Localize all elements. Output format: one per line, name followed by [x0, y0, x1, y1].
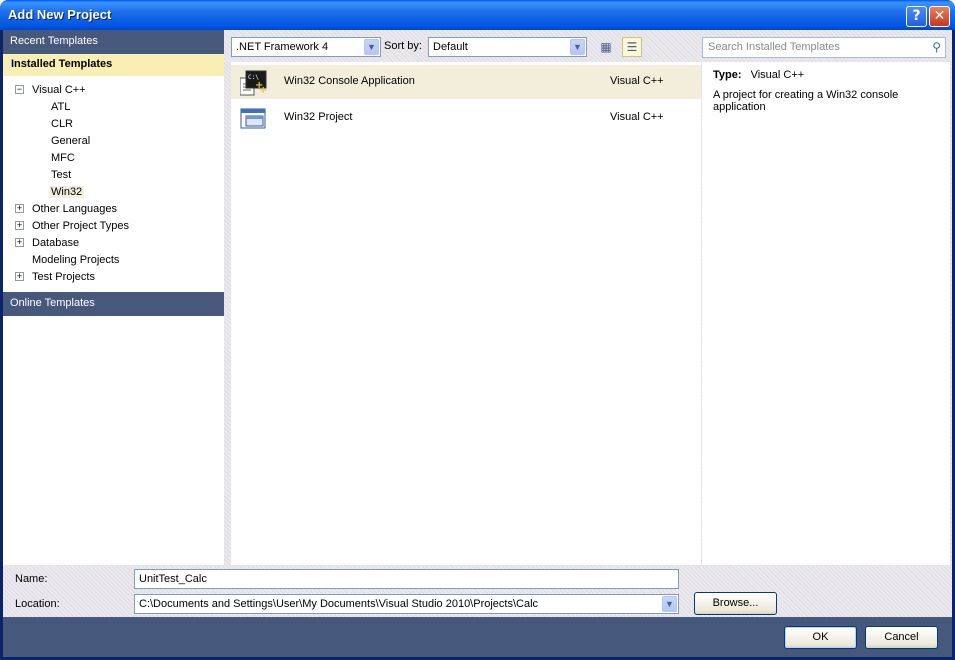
location-value: C:\Documents and Settings\User\My Docume… [139, 598, 539, 610]
collapse-icon[interactable]: − [15, 85, 24, 94]
type-label: Type: [713, 69, 742, 81]
tree-item[interactable]: − Visual C++ [3, 82, 224, 99]
expand-icon[interactable]: + [15, 272, 24, 281]
search-templates-input[interactable]: Search Installed Templates ⚲ [702, 37, 946, 58]
add-new-project-dialog: Add New Project ? ✕ Recent Templates Ins… [0, 0, 955, 660]
expand-icon[interactable]: + [15, 238, 24, 247]
online-templates-header[interactable]: Online Templates [3, 292, 224, 316]
tree-item[interactable]: Win32 [3, 184, 224, 201]
medium-icons-view-button[interactable]: ☰ [622, 37, 642, 57]
tree-item-label: Test [51, 169, 72, 181]
chevron-down-icon: ▼ [570, 39, 585, 55]
framework-select-value: .NET Framework 4 [236, 41, 329, 53]
chevron-down-icon: ▼ [364, 39, 379, 55]
tree-item[interactable]: + Test Projects [3, 269, 224, 286]
search-icon[interactable]: ⚲ [932, 40, 941, 54]
tree-item[interactable]: General [3, 133, 224, 150]
tree-item-label: Win32 [49, 186, 85, 198]
browse-button[interactable]: Browse... [694, 592, 777, 615]
search-placeholder: Search Installed Templates [708, 41, 840, 53]
template-list: C:\ + + Win32 Console Application Visual… [231, 62, 701, 565]
sortby-label: Sort by: [384, 40, 422, 52]
location-label: Location: [15, 598, 60, 610]
type-row: Type: Visual C++ [713, 69, 939, 81]
small-icons-view-icon: ▦ [600, 40, 612, 54]
small-icons-view-button[interactable]: ▦ [596, 37, 616, 57]
expand-icon[interactable]: + [15, 204, 24, 213]
location-field[interactable]: C:\Documents and Settings\User\My Docume… [134, 594, 679, 614]
tree-item[interactable]: ATL [3, 99, 224, 116]
template-details-panel: Type: Visual C++ A project for creating … [702, 62, 950, 565]
cancel-button[interactable]: Cancel [865, 626, 938, 649]
help-button[interactable]: ? [906, 6, 927, 27]
console-app-icon: C:\ + + [240, 70, 267, 96]
template-language: Visual C++ [610, 111, 664, 123]
tree-item[interactable]: + Other Project Types [3, 218, 224, 235]
tree-item-label: Visual C++ [32, 84, 86, 96]
tree-item-label: ATL [51, 101, 71, 113]
tree-item-label: Modeling Projects [32, 254, 120, 266]
tree-item-label: Test Projects [32, 271, 95, 283]
window-app-icon [240, 108, 266, 129]
project-name-field[interactable]: UnitTest_Calc [134, 569, 679, 589]
dialog-title: Add New Project [8, 7, 112, 22]
framework-select[interactable]: .NET Framework 4 ▼ [231, 37, 381, 57]
tree-item[interactable]: Modeling Projects [3, 252, 224, 269]
tree-item-label: CLR [51, 118, 74, 130]
tree-item-label: General [51, 135, 91, 147]
template-categories-panel: Recent Templates Installed Templates − Vi… [3, 30, 224, 565]
tree-item[interactable]: CLR [3, 116, 224, 133]
chevron-down-icon[interactable]: ▼ [662, 596, 677, 612]
sortby-select[interactable]: Default ▼ [428, 37, 587, 57]
template-name: Win32 Project [284, 111, 353, 123]
tree-item[interactable]: + Other Languages [3, 201, 224, 218]
recent-templates-header[interactable]: Recent Templates [3, 30, 224, 54]
close-button[interactable]: ✕ [929, 6, 950, 27]
sortby-select-value: Default [433, 41, 468, 53]
template-tree: − Visual C++ ATL CLR General MFC Test Win32 + Oth… [3, 82, 224, 286]
template-item-console-app[interactable]: C:\ + + Win32 Console Application Visual… [231, 65, 701, 99]
tree-item-label: Other Project Types [32, 220, 130, 232]
template-item-win32-project[interactable]: Win32 Project Visual C++ [231, 101, 701, 135]
title-bar[interactable]: Add New Project ? ✕ [0, 0, 955, 30]
tree-item[interactable]: Test [3, 167, 224, 184]
template-description: A project for creating a Win32 console a… [713, 89, 899, 113]
type-value: Visual C++ [750, 69, 805, 81]
tree-item-label: Database [32, 237, 80, 249]
svg-text:+: + [259, 85, 267, 96]
tree-item-label: MFC [51, 152, 75, 164]
name-label: Name: [15, 573, 48, 585]
tree-item[interactable]: + Database [3, 235, 224, 252]
template-name: Win32 Console Application [284, 75, 415, 87]
tree-item[interactable]: MFC [3, 150, 224, 167]
tree-item-label: Other Languages [32, 203, 118, 215]
template-language: Visual C++ [610, 75, 664, 87]
list-view-icon: ☰ [626, 40, 638, 54]
project-name-value: UnitTest_Calc [139, 573, 207, 585]
installed-templates-header[interactable]: Installed Templates [3, 54, 224, 76]
expand-icon[interactable]: + [15, 221, 24, 230]
ok-button[interactable]: OK [784, 626, 857, 649]
